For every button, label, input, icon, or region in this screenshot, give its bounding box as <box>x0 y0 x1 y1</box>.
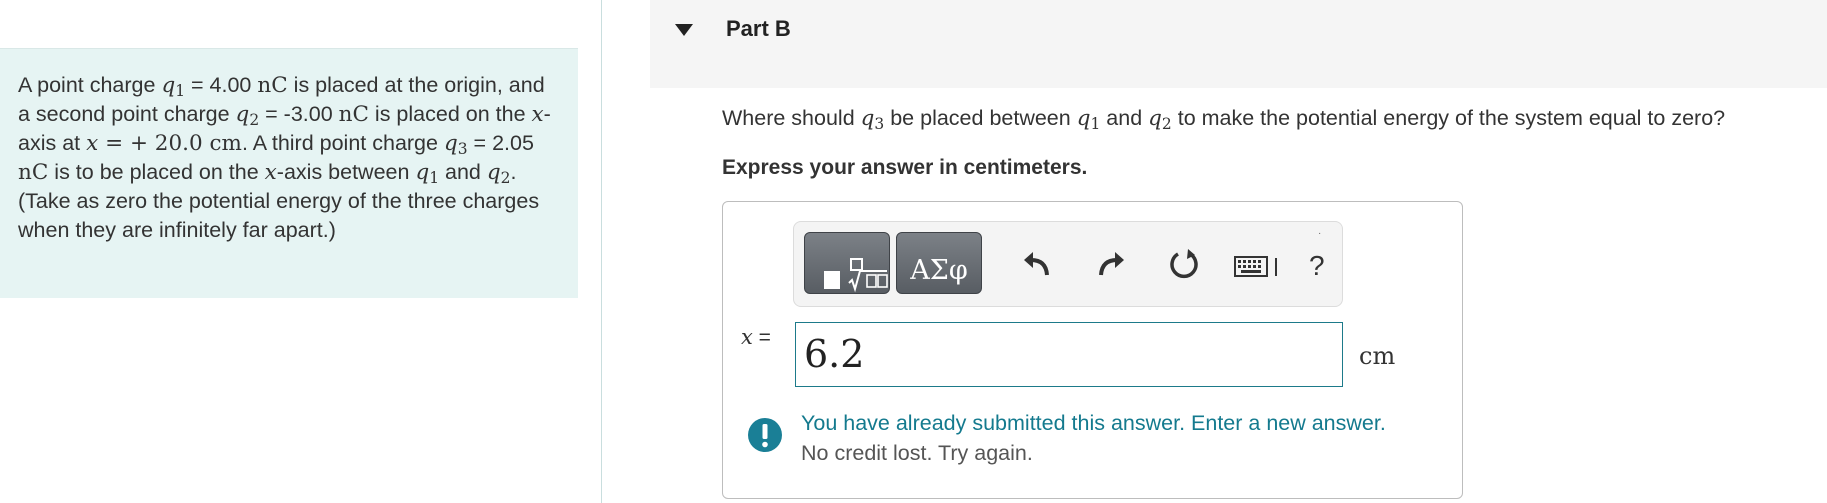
collapse-triangle-icon[interactable] <box>674 23 694 37</box>
equals-sign: = <box>752 326 771 349</box>
charge-q1-subscript: 1 <box>429 168 440 187</box>
problem-text-segment: A point charge <box>18 73 162 97</box>
feedback-secondary-text: No credit lost. Try again. <box>801 441 1033 465</box>
symbols-button[interactable]: ΑΣφ <box>896 232 982 294</box>
problem-text-segment: is placed on the <box>368 102 532 126</box>
answer-variable-label: x = <box>741 325 771 350</box>
charge-q1-subscript: 1 <box>175 81 186 100</box>
unit-cm: cm <box>209 131 242 156</box>
question-segment: to make the potential energy of the syst… <box>1171 106 1726 130</box>
undo-icon[interactable] <box>1022 248 1052 278</box>
part-title[interactable]: Part B <box>726 16 791 42</box>
templates-button[interactable] <box>804 232 890 294</box>
charge-q1-symbol: q <box>161 73 176 98</box>
reset-icon[interactable] <box>1168 248 1200 280</box>
charge-q3-symbol: q <box>443 131 458 156</box>
x-position-symbol: x <box>86 131 99 156</box>
position-value: = + 20.0 <box>98 131 210 156</box>
variable-symbol: x <box>741 325 753 349</box>
keyboard-icon[interactable] <box>1234 256 1282 278</box>
question-segment: Where should <box>722 106 861 130</box>
question-segment: and <box>1100 106 1149 130</box>
answer-input[interactable]: 6.2 <box>795 322 1343 387</box>
charge-q2-subscript: 2 <box>1161 114 1172 133</box>
toolbar-dot: · <box>1318 228 1322 239</box>
templates-icon <box>824 258 888 293</box>
problem-text-segment: is to be placed on the <box>48 160 265 184</box>
problem-text-segment: = 4.00 <box>185 73 258 97</box>
charge-q2-symbol: q <box>1148 106 1162 131</box>
answer-unit: cm <box>1359 342 1396 370</box>
x-axis-symbol: x <box>264 160 277 185</box>
question-segment: be placed between <box>884 106 1077 130</box>
charge-q1-symbol: q <box>415 160 430 185</box>
redo-icon[interactable] <box>1096 248 1126 278</box>
charge-q2-symbol: q <box>235 102 250 127</box>
problem-text-segment: = -3.00 <box>259 102 339 126</box>
feedback-primary-text: You have already submitted this answer. … <box>801 411 1386 435</box>
column-divider <box>601 0 602 503</box>
problem-statement: A point charge q1 = 4.00 nC is placed at… <box>18 71 560 245</box>
charge-q2-symbol: q <box>486 160 501 185</box>
charge-q1-symbol: q <box>1076 106 1091 131</box>
problem-text-segment: . A third point charge <box>241 131 444 155</box>
help-icon[interactable]: ? <box>1309 250 1325 282</box>
part-header[interactable]: Part B <box>650 0 1827 88</box>
answer-instruction: Express your answer in centimeters. <box>722 156 1088 179</box>
charge-q2-subscript: 2 <box>500 168 511 187</box>
problem-text-segment: and <box>439 160 487 184</box>
problem-panel: A point charge q1 = 4.00 nC is placed at… <box>0 48 578 298</box>
symbols-label: ΑΣφ <box>910 255 968 286</box>
x-axis-symbol: x <box>531 102 544 127</box>
alert-icon <box>748 418 782 452</box>
unit-nc: nC <box>338 102 369 127</box>
unit-nc: nC <box>257 73 288 98</box>
charge-q3-symbol: q <box>860 106 875 131</box>
math-toolbar: · ΑΣφ ? <box>793 221 1343 307</box>
problem-text-segment: = 2.05 <box>467 131 534 155</box>
charge-q3-subscript: 3 <box>457 139 468 158</box>
charge-q1-subscript: 1 <box>1090 114 1101 133</box>
charge-q2-subscript: 2 <box>249 110 260 129</box>
answer-box: · ΑΣφ ? x = 6.2 cm You have already subm… <box>722 201 1463 499</box>
question-text: Where should q3 be placed between q1 and… <box>722 106 1726 133</box>
problem-text-segment: -axis between <box>276 160 416 184</box>
unit-nc: nC <box>18 160 49 185</box>
charge-q3-subscript: 3 <box>874 114 885 133</box>
